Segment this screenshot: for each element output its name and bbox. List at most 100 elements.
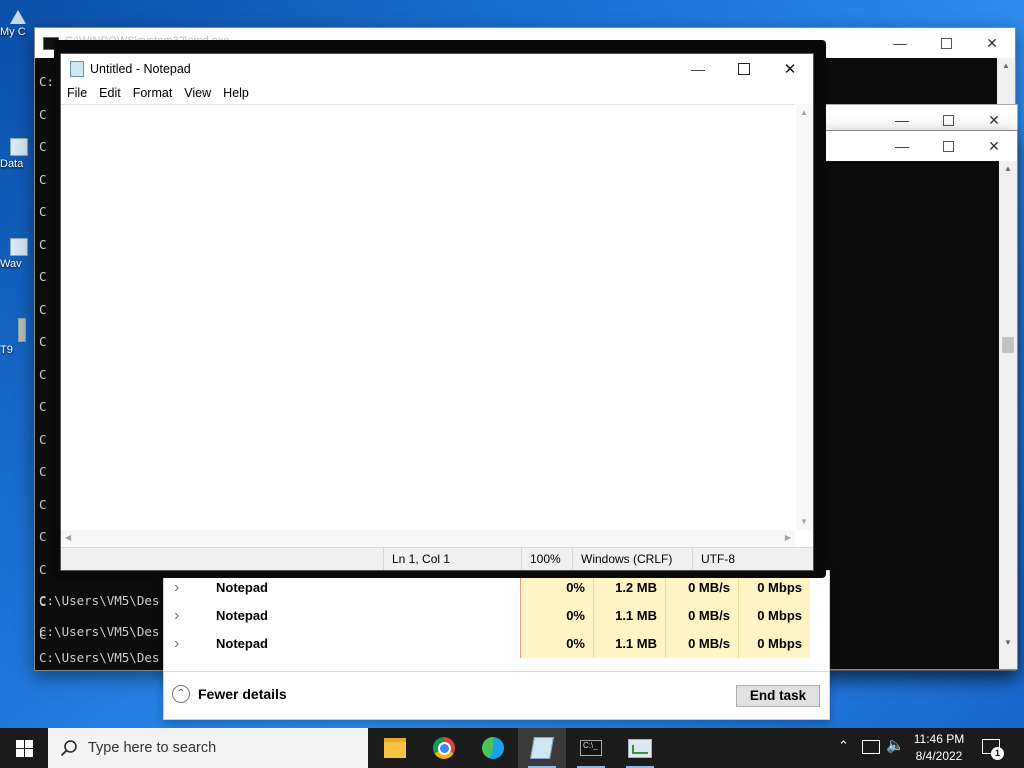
console-window-front[interactable]: — ✕ P ▲ ▼ xyxy=(819,130,1018,670)
desktop-icon-my-computer[interactable]: My C xyxy=(0,10,36,38)
start-button[interactable] xyxy=(0,728,48,768)
minimize-icon: — xyxy=(893,35,907,51)
taskbar-notepad[interactable] xyxy=(518,728,566,768)
process-row[interactable]: › Notepad 0% 1.1 MB 0 MB/s 0 Mbps xyxy=(164,630,811,658)
shortcut-icon xyxy=(10,238,28,256)
status-encoding: UTF-8 xyxy=(692,548,801,570)
end-task-button[interactable]: End task xyxy=(736,685,820,707)
process-disk: 0 MB/s xyxy=(665,574,738,602)
cmd-icon: C:\_ xyxy=(580,740,602,756)
console-scrollbar[interactable]: ▲ ▼ xyxy=(999,161,1017,669)
minimize-button[interactable]: — xyxy=(879,131,925,161)
console-line: C:\Users\VM5\Des xyxy=(39,624,160,639)
maximize-icon xyxy=(942,140,954,152)
maximize-button[interactable] xyxy=(925,131,971,161)
minimize-icon: — xyxy=(895,138,909,154)
status-zoom: 100% xyxy=(521,548,570,570)
scroll-thumb[interactable] xyxy=(1002,337,1014,353)
process-row[interactable]: › Notepad 0% 1.2 MB 0 MB/s 0 Mbps xyxy=(164,574,811,602)
process-memory: 1.2 MB xyxy=(593,574,665,602)
notification-center-button[interactable]: 1 xyxy=(980,736,1004,760)
taskbar-task-manager[interactable] xyxy=(616,728,664,768)
desktop-icon-t9[interactable]: T9 xyxy=(0,318,36,356)
menu-help[interactable]: Help xyxy=(217,83,255,103)
task-manager-window[interactable]: › Notepad 0% 1.2 MB 0 MB/s 0 Mbps › Notepad 0% 1.… xyxy=(163,570,830,720)
search-placeholder: Type here to search xyxy=(88,740,217,756)
clock-time: 11:46 PM xyxy=(913,732,965,746)
console-line: C xyxy=(39,269,47,284)
chevron-up-circle-icon: ⌃ xyxy=(172,685,190,703)
scroll-up-arrow[interactable]: ▲ xyxy=(1002,61,1010,70)
minimize-icon: — xyxy=(895,112,909,128)
taskbar-cmd[interactable]: C:\_ xyxy=(567,728,615,768)
notepad-status-bar: Ln 1, Col 1 100% Windows (CRLF) UTF-8 xyxy=(61,547,813,570)
desktop-icon-label: T9 xyxy=(0,344,13,356)
process-memory: 1.1 MB xyxy=(593,602,665,630)
scroll-right-arrow[interactable]: ▶ xyxy=(785,533,791,542)
process-memory: 1.1 MB xyxy=(593,630,665,658)
notepad-icon xyxy=(70,61,84,77)
process-cpu: 0% xyxy=(520,602,593,630)
show-hidden-icons-button[interactable]: ⌃ xyxy=(838,738,854,758)
close-icon: ✕ xyxy=(988,137,1000,154)
maximize-button[interactable] xyxy=(923,28,969,58)
expand-chevron-icon[interactable]: › xyxy=(174,574,179,602)
notepad-text-area[interactable] xyxy=(61,104,795,530)
taskbar: Type here to search C:\_ ⌃ 🔈 11:46 PM 8/… xyxy=(0,728,1024,768)
network-icon[interactable] xyxy=(862,740,880,754)
console-line: C:\Users\VM5\Des xyxy=(39,593,160,608)
notepad-titlebar[interactable]: Untitled - Notepad — ✕ xyxy=(61,54,813,84)
search-icon xyxy=(60,740,77,757)
minimize-button[interactable]: — xyxy=(877,28,923,58)
fewer-details-label: Fewer details xyxy=(198,686,287,702)
notepad-horizontal-scrollbar[interactable]: ◀ ▶ xyxy=(61,530,795,547)
shortcut-icon xyxy=(10,138,28,156)
close-button[interactable]: ✕ xyxy=(767,54,813,84)
menu-view[interactable]: View xyxy=(178,83,217,103)
scroll-up-arrow[interactable]: ▲ xyxy=(1004,164,1012,173)
console-output[interactable]: P xyxy=(819,161,999,669)
taskbar-chrome[interactable] xyxy=(420,728,468,768)
taskbar-search-box[interactable]: Type here to search xyxy=(48,728,368,768)
windows-logo-icon xyxy=(15,739,33,757)
footer-divider xyxy=(164,671,829,672)
menu-bar: File Edit Format View Help xyxy=(61,83,813,103)
notification-badge: 1 xyxy=(991,747,1004,760)
notepad-window[interactable]: Untitled - Notepad — ✕ File Edit Format Vie… xyxy=(60,53,814,571)
expand-chevron-icon[interactable]: › xyxy=(174,630,179,658)
task-manager-icon xyxy=(628,738,652,758)
scroll-left-arrow[interactable]: ◀ xyxy=(65,533,71,542)
scroll-up-arrow[interactable]: ▲ xyxy=(800,108,808,117)
scroll-down-arrow[interactable]: ▼ xyxy=(1004,638,1012,647)
desktop-icon-data[interactable]: Data xyxy=(0,138,36,170)
volume-icon[interactable]: 🔈 xyxy=(886,736,905,754)
close-icon: ✕ xyxy=(783,61,797,78)
menu-edit[interactable]: Edit xyxy=(93,83,127,103)
expand-chevron-icon[interactable]: › xyxy=(174,602,179,630)
minimize-button[interactable]: — xyxy=(675,54,721,84)
menu-format[interactable]: Format xyxy=(127,83,179,103)
chrome-icon xyxy=(433,737,455,759)
console-line: C xyxy=(39,464,47,479)
desktop-icon-wave[interactable]: Wav xyxy=(0,238,36,270)
fewer-details-toggle[interactable]: ⌃ Fewer details xyxy=(172,685,287,703)
process-cpu: 0% xyxy=(520,630,593,658)
process-list: › Notepad 0% 1.2 MB 0 MB/s 0 Mbps › Notepad 0% 1.… xyxy=(164,574,811,658)
close-button[interactable]: ✕ xyxy=(971,131,1017,161)
console-line: C xyxy=(39,399,47,414)
minimize-icon: — xyxy=(691,61,705,77)
scroll-down-arrow[interactable]: ▼ xyxy=(800,517,808,526)
close-icon: ✕ xyxy=(988,111,1000,128)
process-row[interactable]: › Notepad 0% 1.1 MB 0 MB/s 0 Mbps xyxy=(164,602,811,630)
notepad-vertical-scrollbar[interactable]: ▲ ▼ xyxy=(796,104,813,530)
clock[interactable]: 11:46 PM 8/4/2022 xyxy=(910,731,968,765)
maximize-button[interactable] xyxy=(721,54,767,84)
edge-icon xyxy=(482,737,504,759)
taskbar-edge[interactable] xyxy=(469,728,517,768)
taskbar-file-explorer[interactable] xyxy=(371,728,419,768)
close-button[interactable]: ✕ xyxy=(969,28,1015,58)
process-network: 0 Mbps xyxy=(738,602,810,630)
status-cursor-position: Ln 1, Col 1 xyxy=(383,548,520,570)
menu-file[interactable]: File xyxy=(61,83,93,103)
desktop-icon-label: Wav xyxy=(0,258,22,270)
